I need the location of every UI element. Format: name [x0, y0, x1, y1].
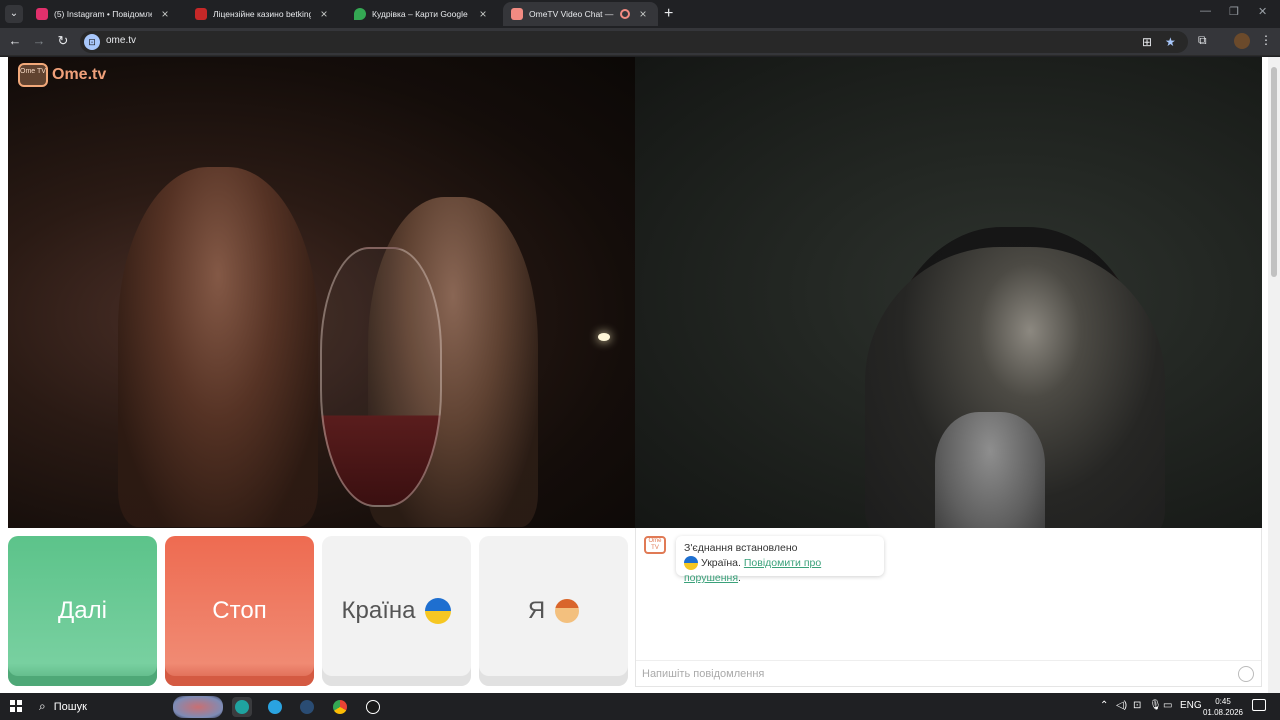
address-bar[interactable]: ⊡ ome.tv ⊞ ★	[80, 31, 1188, 53]
google-maps-icon	[354, 8, 366, 20]
network-icon[interactable]: ▭	[1163, 700, 1172, 711]
tab-ometv[interactable]: OmeTV Video Chat — Ome ×	[503, 2, 658, 26]
edge-icon[interactable]	[232, 697, 252, 717]
tray-app-icon[interactable]: ⊡	[1133, 700, 1141, 711]
tab-casino[interactable]: Ліцензійне казино betking: аз ×	[187, 2, 339, 26]
minimize-icon[interactable]: —	[1200, 5, 1211, 17]
clock-time: 0:45	[1215, 697, 1231, 706]
self-video	[635, 57, 1262, 528]
logo-tv-icon: Ome TV	[18, 63, 48, 87]
taskbar-search[interactable]: ⌕ Пошук	[33, 696, 223, 718]
video-knee	[935, 412, 1045, 528]
close-window-icon[interactable]: ✕	[1258, 5, 1267, 18]
forward-icon[interactable]: →	[30, 33, 48, 48]
casino-icon	[195, 8, 207, 20]
search-label: Пошук	[53, 700, 87, 713]
tab-close-icon[interactable]: ×	[476, 7, 490, 21]
chat-panel: Ome TV З'єднання встановлено Україна. По…	[635, 528, 1262, 687]
menu-dots-icon[interactable]: ⋮	[1260, 33, 1272, 47]
tab-search-icon[interactable]: ⌄	[5, 5, 23, 23]
site-info-icon[interactable]: ⊡	[84, 34, 100, 50]
browser-tab-bar: ⌄ (5) Instagram • Повідомлення × Ліцензі…	[0, 0, 1280, 28]
partner-video: Ome TV Ome.tv	[8, 57, 635, 528]
ometv-logo: Ome TV Ome.tv	[18, 63, 106, 87]
recording-icon	[620, 9, 630, 19]
ukraine-flag-icon	[425, 598, 452, 624]
ometv-icon	[511, 8, 523, 20]
country-name: Україна.	[701, 557, 741, 569]
search-icon: ⌕	[39, 699, 46, 713]
country-button-label: Країна	[341, 597, 416, 624]
system-message: З'єднання встановлено Україна. Повідомит…	[676, 536, 884, 584]
tab-title: Ліцензійне казино betking: аз	[213, 9, 311, 19]
chat-input-bar	[636, 660, 1261, 687]
tab-close-icon[interactable]: ×	[317, 7, 331, 21]
stop-button-label: Стоп	[212, 597, 267, 624]
emoji-icon[interactable]	[1238, 666, 1254, 682]
tab-title: OmeTV Video Chat — Ome	[529, 9, 616, 19]
report-suffix: .	[738, 572, 741, 584]
logo-text: Ome.tv	[52, 66, 107, 83]
tab-instagram[interactable]: (5) Instagram • Повідомлення ×	[28, 2, 180, 26]
browser-toolbar: ← → ↻ ⊡ ome.tv ⊞ ★ ⧉ ⋮	[0, 28, 1280, 56]
taskbar-clock[interactable]: 0:45 01.08.2026	[1200, 696, 1246, 718]
language-indicator[interactable]: ENG	[1180, 700, 1202, 711]
install-app-icon[interactable]: ⊞	[1142, 35, 1152, 49]
tray-chevron-icon[interactable]: ⌃	[1100, 700, 1108, 711]
notifications-icon[interactable]	[1252, 699, 1266, 711]
reload-icon[interactable]: ↻	[54, 33, 72, 49]
clock-date: 01.08.2026	[1202, 708, 1244, 717]
page-scrollbar[interactable]	[1268, 57, 1280, 693]
stop-button[interactable]: Стоп	[165, 536, 314, 686]
new-tab-button[interactable]: +	[664, 5, 673, 23]
windows-taskbar: ⌕ Пошук ⌃ ◁) ⊡ 🎙 ▭ ENG 0:45 01.08.2026	[0, 693, 1280, 720]
bookmark-star-icon[interactable]: ★	[1165, 35, 1176, 49]
instagram-icon	[36, 8, 48, 20]
me-button-label: Я	[527, 597, 546, 624]
connection-status: З'єднання встановлено	[684, 542, 798, 554]
tab-close-icon[interactable]: ×	[636, 7, 650, 21]
me-button[interactable]: Я	[479, 536, 628, 686]
profile-avatar[interactable]	[1234, 33, 1250, 49]
boy-face-icon	[555, 599, 580, 623]
wine-glass	[320, 247, 442, 507]
next-button-label: Далі	[58, 597, 107, 624]
search-highlight-image	[173, 696, 223, 718]
chrome-icon[interactable]	[330, 697, 350, 717]
volume-icon[interactable]: ◁)	[1116, 700, 1127, 711]
tab-google-maps[interactable]: Кудрівка – Карти Google ×	[346, 2, 498, 26]
partner-country-line: Україна. Повідомити про порушення.	[684, 556, 876, 586]
microphone-icon[interactable]: 🎙	[1149, 700, 1162, 711]
street-light	[598, 333, 610, 341]
back-icon[interactable]: ←	[6, 33, 24, 48]
windows-start-icon[interactable]	[10, 700, 22, 712]
chat-message-input[interactable]	[642, 665, 1222, 683]
restore-icon[interactable]: ❐	[1229, 5, 1239, 18]
scrollbar-thumb[interactable]	[1271, 67, 1277, 277]
ukraine-flag-icon	[684, 556, 698, 571]
tab-close-icon[interactable]: ×	[158, 7, 172, 21]
steam-icon[interactable]	[297, 697, 317, 717]
url-text: ome.tv	[106, 35, 137, 46]
chat-logo-icon: Ome TV	[644, 536, 666, 554]
tab-title: (5) Instagram • Повідомлення	[54, 9, 152, 19]
tab-title: Кудрівка – Карти Google	[372, 9, 468, 19]
video-person-left	[118, 167, 318, 527]
country-button[interactable]: Країна	[322, 536, 471, 686]
telegram-icon[interactable]	[265, 697, 285, 717]
extensions-icon[interactable]: ⧉	[1198, 33, 1207, 48]
next-button[interactable]: Далі	[8, 536, 157, 686]
obs-icon[interactable]	[363, 697, 383, 717]
